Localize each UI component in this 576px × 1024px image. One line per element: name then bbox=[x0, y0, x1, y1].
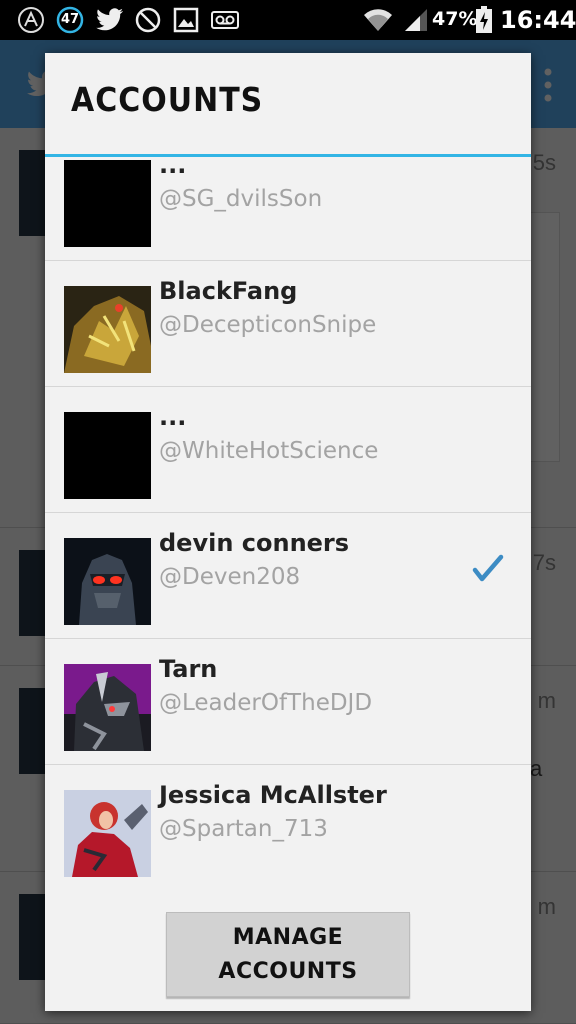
black-avatar bbox=[64, 412, 151, 499]
account-row[interactable]: Tarn @LeaderOfTheDJD bbox=[45, 639, 531, 765]
account-name: Jessica McAllster bbox=[159, 781, 387, 809]
manage-accounts-button[interactable]: MANAGE ACCOUNTS bbox=[166, 912, 410, 997]
battery-percent: 47% bbox=[432, 8, 478, 30]
account-handle: @DecepticonSnipe bbox=[159, 312, 377, 338]
twitter-bird-icon bbox=[95, 6, 125, 34]
account-name: Tarn bbox=[159, 655, 218, 683]
account-list[interactable]: ... @SG_dvilsSon BlackFang @DecepticonSn… bbox=[45, 157, 531, 897]
account-row[interactable]: ... @SG_dvilsSon bbox=[45, 157, 531, 261]
wifi-icon bbox=[362, 6, 394, 34]
account-row[interactable]: Jessica McAllster @Spartan_713 bbox=[45, 765, 531, 891]
robot-red-visor-avatar bbox=[64, 538, 151, 625]
manage-accounts-label: MANAGE ACCOUNTS bbox=[218, 924, 358, 984]
account-handle: @LeaderOfTheDJD bbox=[159, 690, 373, 716]
account-handle: @Deven208 bbox=[159, 564, 301, 590]
robot-purple-avatar bbox=[64, 664, 151, 751]
account-name: ... bbox=[159, 403, 187, 431]
status-bar: 47 47% 16:44 bbox=[0, 0, 576, 40]
account-row[interactable]: BlackFang @DecepticonSnipe bbox=[45, 261, 531, 387]
image-icon bbox=[172, 6, 200, 34]
android-icon bbox=[16, 6, 46, 34]
dialog-title: ACCOUNTS bbox=[71, 81, 264, 120]
notification-count: 47 bbox=[60, 12, 80, 27]
signal-icon bbox=[402, 6, 430, 34]
account-handle: @SG_dvilsSon bbox=[159, 186, 323, 212]
account-handle: @Spartan_713 bbox=[159, 816, 328, 842]
checkmark-icon bbox=[471, 552, 505, 586]
voicemail-icon bbox=[210, 6, 240, 34]
account-row[interactable]: ... @WhiteHotScience bbox=[45, 387, 531, 513]
do-not-disturb-icon bbox=[134, 6, 162, 34]
account-name: BlackFang bbox=[159, 277, 298, 305]
clock: 16:44 bbox=[500, 6, 576, 34]
battery-charging-icon bbox=[473, 6, 495, 34]
account-name: devin conners bbox=[159, 529, 350, 557]
account-name: ... bbox=[159, 157, 187, 179]
robot-gold-avatar bbox=[64, 286, 151, 373]
account-row-selected[interactable]: devin conners @Deven208 bbox=[45, 513, 531, 639]
notification-count-icon: 47 bbox=[56, 6, 84, 34]
red-armor-avatar bbox=[64, 790, 151, 877]
accounts-dialog: ACCOUNTS ... @SG_dvilsSon BlackFang @Dec… bbox=[45, 53, 531, 1011]
black-avatar bbox=[64, 160, 151, 247]
account-handle: @WhiteHotScience bbox=[159, 438, 379, 464]
